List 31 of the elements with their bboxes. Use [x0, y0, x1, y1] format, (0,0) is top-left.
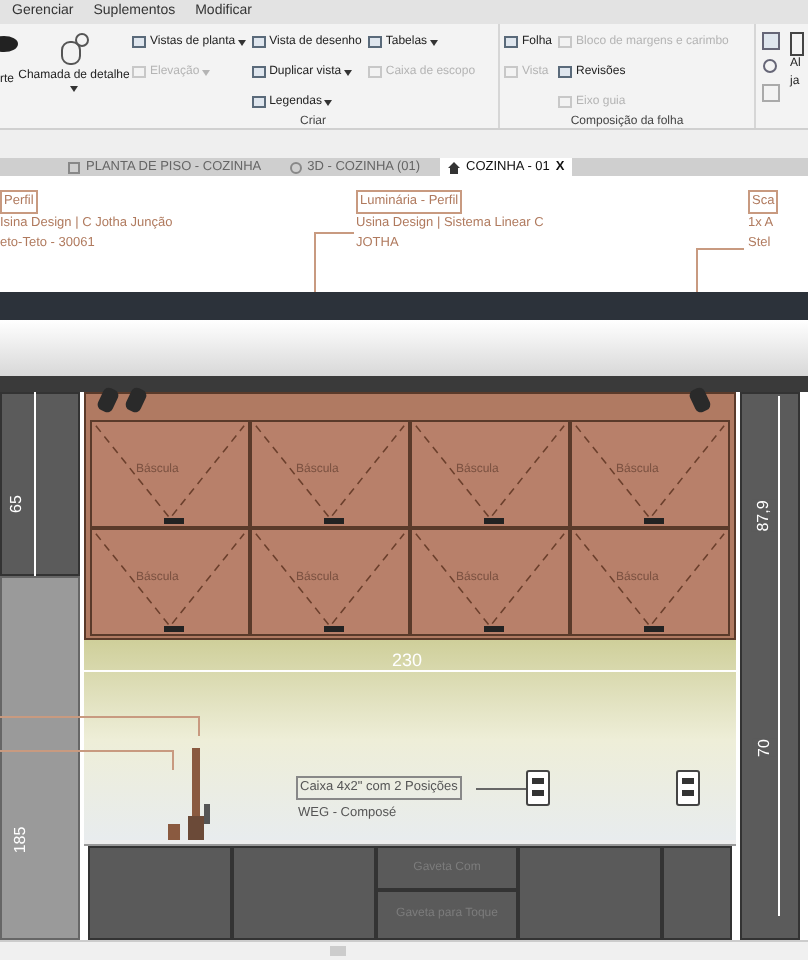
handle-icon — [164, 518, 184, 524]
handle-icon — [484, 626, 504, 632]
lower-cabinet-door — [88, 846, 232, 940]
eye-icon[interactable] — [0, 32, 20, 56]
handle-icon — [164, 626, 184, 632]
handle-icon — [324, 518, 344, 524]
handle-icon — [484, 518, 504, 524]
outlet-icon — [676, 770, 700, 806]
scroll-thumb[interactable] — [330, 946, 346, 956]
caret-icon[interactable] — [70, 86, 78, 92]
plan-icon — [68, 161, 80, 173]
caret-icon[interactable] — [323, 99, 332, 105]
caret-icon[interactable] — [237, 39, 246, 45]
handle-icon — [644, 626, 664, 632]
dimension-text: 230 — [392, 648, 423, 674]
window-icon[interactable] — [790, 32, 804, 56]
caret-icon[interactable] — [343, 69, 352, 75]
house-icon — [448, 161, 460, 173]
dimension-text: 87,9 — [751, 500, 776, 532]
handle-icon — [644, 518, 664, 524]
lower-cabinet-door — [232, 846, 376, 940]
cube-icon — [289, 161, 302, 173]
dimension-text: 65 — [4, 495, 27, 513]
detail-callout-icon[interactable] — [58, 32, 90, 68]
outlet-icon — [526, 770, 550, 806]
caret-icon[interactable] — [429, 39, 438, 45]
scroll-bar[interactable] — [0, 940, 808, 960]
sheet-icon[interactable] — [762, 32, 780, 50]
leader-line — [476, 788, 526, 790]
handle-icon — [324, 626, 344, 632]
dimension-text: 185 — [9, 826, 32, 854]
